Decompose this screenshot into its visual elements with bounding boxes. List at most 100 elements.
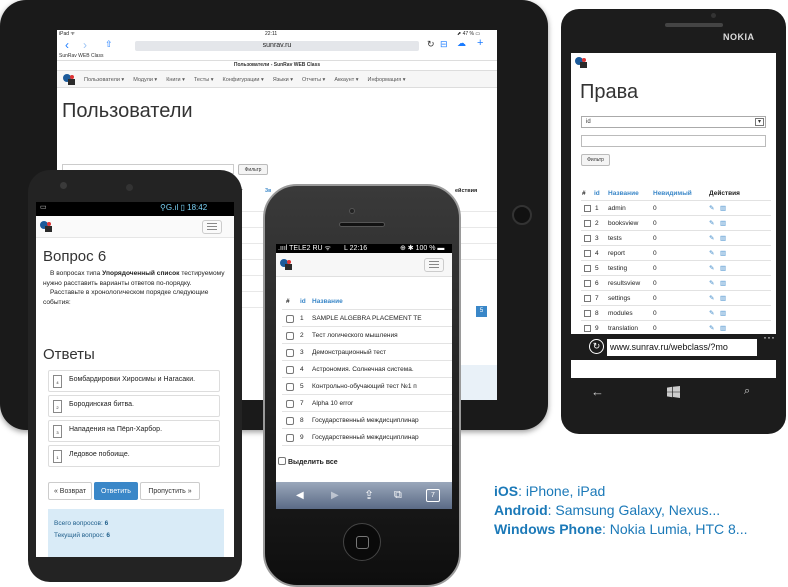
field-select[interactable]: id ▾ <box>581 116 766 128</box>
more-icon[interactable]: ··· <box>763 330 775 344</box>
order-input[interactable]: 1 <box>53 450 62 463</box>
edit-icon[interactable]: ✎ <box>709 231 714 246</box>
back-icon[interactable]: ‹ <box>65 38 69 52</box>
row-checkbox[interactable] <box>286 332 294 340</box>
answer-item[interactable]: 1 Ледовое побоище. <box>48 445 220 467</box>
edit-icon[interactable]: ✎ <box>709 246 714 261</box>
browser-tab[interactable]: SunRav WEB Class Пользователи - SunRav W… <box>57 53 497 70</box>
bookmarks-icon[interactable]: ⊟ <box>440 39 448 50</box>
edit-icon[interactable]: ✎ <box>709 201 714 216</box>
share-icon[interactable]: ⇧ <box>105 39 113 50</box>
site-logo-icon[interactable] <box>39 220 53 234</box>
edit-icon[interactable]: ✎ <box>709 261 714 276</box>
delete-icon[interactable]: ▥ <box>720 246 726 261</box>
nav-item-reports[interactable]: Отчеты ▾ <box>302 77 325 83</box>
windows-start-icon[interactable] <box>667 386 680 398</box>
site-logo-icon[interactable] <box>279 258 293 272</box>
home-button[interactable] <box>343 523 381 561</box>
back-icon[interactable]: ← <box>591 384 604 399</box>
select-all[interactable]: Выделить все <box>278 457 338 466</box>
answer-item[interactable]: 2 Бородинская битва. <box>48 395 220 417</box>
answer-button[interactable]: Ответить <box>94 482 138 500</box>
search-icon[interactable]: ⌕ <box>744 385 750 398</box>
site-logo-icon[interactable] <box>62 73 76 87</box>
row-checkbox[interactable] <box>286 400 294 408</box>
url-bar[interactable]: www.sunrav.ru/webclass/?mo <box>607 339 757 356</box>
nav-item-info[interactable]: Информация ▾ <box>368 77 406 83</box>
forward-icon[interactable]: ▶ <box>331 482 339 509</box>
edit-icon[interactable]: ✎ <box>709 306 714 321</box>
row-checkbox[interactable] <box>286 383 294 391</box>
col-id[interactable]: id <box>300 293 306 310</box>
reload-icon[interactable]: ↻ <box>427 39 435 50</box>
order-input[interactable]: 4 <box>53 375 62 388</box>
delete-icon[interactable]: ▥ <box>720 291 726 306</box>
ipad-home-button[interactable] <box>512 205 532 225</box>
back-icon[interactable]: ◀ <box>296 482 304 509</box>
col-name[interactable]: Название <box>312 293 343 310</box>
cloud-icon[interactable]: ☁ <box>457 38 466 49</box>
order-input[interactable]: 3 <box>53 425 62 438</box>
bookmarks-icon[interactable]: ⧉ <box>394 482 402 509</box>
row-checkbox[interactable] <box>286 349 294 357</box>
menu-icon[interactable] <box>424 258 444 272</box>
nav-item-config[interactable]: Конфигурации ▾ <box>223 77 264 83</box>
row-id: 3 <box>300 349 304 356</box>
row-checkbox[interactable] <box>584 250 591 257</box>
order-input[interactable]: 2 <box>53 400 62 413</box>
row-checkbox[interactable] <box>584 235 591 242</box>
forward-icon[interactable]: › <box>83 38 87 52</box>
url-bar[interactable]: sunrav.ru <box>135 41 419 51</box>
edit-icon[interactable]: ✎ <box>709 276 714 291</box>
new-tab-icon[interactable]: + <box>477 37 483 49</box>
delete-icon[interactable]: ▥ <box>720 276 726 291</box>
col-name[interactable]: Название <box>608 186 639 201</box>
chevron-down-icon[interactable]: ▾ <box>755 118 764 126</box>
nav-item-modules[interactable]: Модули ▾ <box>133 77 157 83</box>
row-checkbox[interactable] <box>584 310 591 317</box>
delete-icon[interactable]: ▥ <box>720 306 726 321</box>
tabs-icon[interactable]: 7 <box>426 489 440 502</box>
share-icon[interactable]: ⇪ <box>364 482 374 509</box>
nav-item-languages[interactable]: Языки ▾ <box>273 77 293 83</box>
delete-icon[interactable]: ▥ <box>720 231 726 246</box>
pagination-badge[interactable]: 5 <box>476 306 487 317</box>
delete-icon[interactable]: ▥ <box>720 216 726 231</box>
refresh-icon[interactable]: ↻ <box>589 339 604 354</box>
row-checkbox[interactable] <box>286 315 294 323</box>
site-logo-icon[interactable] <box>574 56 588 70</box>
row-checkbox[interactable] <box>286 417 294 425</box>
nav-item-account[interactable]: Аккаунт ▾ <box>334 77 358 83</box>
row-checkbox[interactable] <box>286 366 294 374</box>
delete-icon[interactable]: ▥ <box>720 261 726 276</box>
table-row: 5 Контрольно-обучающий тест №1 п <box>282 378 452 395</box>
nav-item-books[interactable]: Книги ▾ <box>166 77 185 83</box>
answer-item[interactable]: 4 Бомбардировки Хиросимы и Нагасаки. <box>48 370 220 392</box>
row-checkbox[interactable] <box>584 220 591 227</box>
nav-item-users[interactable]: Пользователи ▾ <box>84 77 124 83</box>
status-right: ⚲G.ıl ▯ 18:42 <box>160 203 208 212</box>
nav-item-tests[interactable]: Тесты ▾ <box>194 77 214 83</box>
table-row: 7 Alpha 10 error <box>282 395 452 412</box>
row-checkbox[interactable] <box>584 295 591 302</box>
edit-icon[interactable]: ✎ <box>709 216 714 231</box>
edit-icon[interactable]: ✎ <box>709 291 714 306</box>
row-checkbox[interactable] <box>286 434 294 442</box>
select-all-checkbox[interactable] <box>278 457 286 465</box>
col-invisible[interactable]: Невидимый <box>653 186 692 201</box>
answer-item[interactable]: 3 Нападения на Пёрл-Харбор. <box>48 420 220 442</box>
filter-button[interactable]: Фильтр <box>238 164 268 175</box>
col-id[interactable]: id <box>594 186 600 201</box>
skip-button[interactable]: Пропустить » <box>140 482 200 500</box>
filter-button[interactable]: Фильтр <box>581 154 610 166</box>
sensor <box>126 184 133 191</box>
row-checkbox[interactable] <box>584 280 591 287</box>
row-checkbox[interactable] <box>584 325 591 332</box>
filter-input[interactable] <box>581 135 766 147</box>
row-checkbox[interactable] <box>584 265 591 272</box>
row-checkbox[interactable] <box>584 205 591 212</box>
menu-icon[interactable] <box>202 220 222 234</box>
delete-icon[interactable]: ▥ <box>720 201 726 216</box>
question-type: Упорядоченный список <box>102 270 180 277</box>
back-button[interactable]: « Возврат <box>48 482 92 500</box>
